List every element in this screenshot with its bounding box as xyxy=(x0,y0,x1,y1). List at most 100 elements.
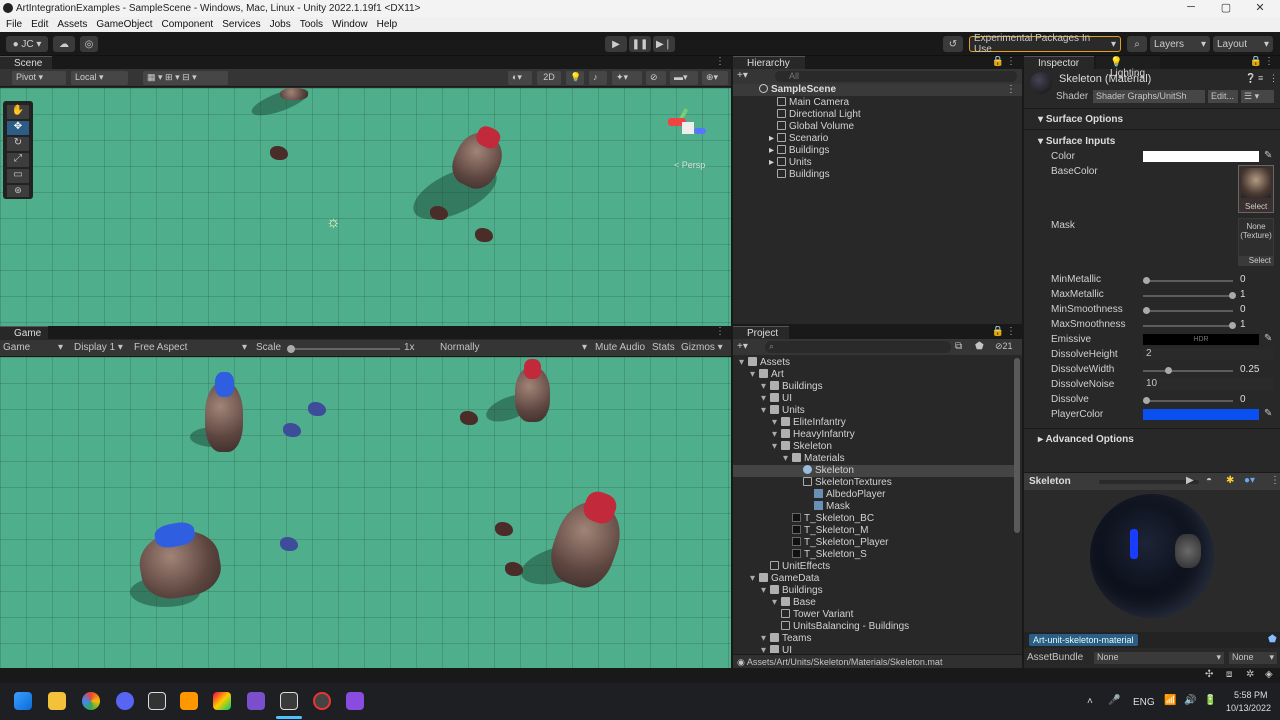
transform-tool-button[interactable]: ⊛ xyxy=(7,185,29,197)
layout-dropdown[interactable]: Layout ▾ xyxy=(1213,36,1273,52)
foldout-arrow-icon[interactable]: ▾ xyxy=(772,441,781,453)
assetbundle-dropdown[interactable]: None ▾ xyxy=(1094,652,1224,664)
tab-scene[interactable]: Scene xyxy=(0,56,52,69)
file-explorer-icon[interactable] xyxy=(48,692,66,710)
help-icon[interactable]: ❔ xyxy=(1245,73,1256,84)
gizmos-toggle[interactable]: Gizmos ▾ xyxy=(681,342,723,353)
hierarchy-item[interactable]: Main Camera xyxy=(777,97,849,109)
bug-icon[interactable]: ✲ xyxy=(1246,669,1254,680)
progress-icon[interactable]: ✣ xyxy=(1205,669,1213,680)
eyedropper-icon[interactable]: ✎ xyxy=(1264,408,1272,419)
foldout-arrow-icon[interactable]: ▾ xyxy=(750,369,759,381)
surface-inputs-foldout[interactable]: ▾ Surface Inputs xyxy=(1038,136,1115,147)
pause-button[interactable]: ❚❚ xyxy=(629,36,651,52)
menu-file[interactable]: File xyxy=(6,19,22,30)
project-item[interactable]: AlbedoPlayer xyxy=(733,489,1015,501)
persp-label[interactable]: < Persp xyxy=(674,160,705,170)
max-smoothness-slider[interactable] xyxy=(1143,322,1236,329)
project-item[interactable]: ▾ Buildings xyxy=(733,381,1015,393)
sublime-icon[interactable] xyxy=(180,692,198,710)
project-item[interactable]: T_Skeleton_M xyxy=(733,525,1015,537)
project-item[interactable]: UnitEffects xyxy=(733,561,1015,573)
menu-jobs[interactable]: Jobs xyxy=(270,19,291,30)
chevron-up-icon[interactable]: ˄ xyxy=(1087,696,1093,707)
lock-icon[interactable]: 🔒 xyxy=(992,326,1004,337)
material-preview[interactable] xyxy=(1024,490,1280,632)
project-item[interactable]: ▾ UI xyxy=(733,393,1015,405)
battery-icon[interactable]: 🔋 xyxy=(1204,695,1216,706)
chrome-icon[interactable] xyxy=(82,692,100,710)
emissive-color-field[interactable]: HDR xyxy=(1143,334,1259,345)
min-smoothness-value[interactable]: 0 xyxy=(1240,304,1280,316)
collab-button[interactable]: ◎ xyxy=(80,36,98,52)
basecolor-texture-slot[interactable]: Select xyxy=(1238,165,1274,213)
camera-dropdown[interactable]: ▬▾ xyxy=(670,71,698,85)
project-item[interactable]: ▾ HeavyInfantry xyxy=(733,429,1015,441)
lighting-toggle[interactable]: 💡 xyxy=(566,71,584,85)
tab-project[interactable]: Project xyxy=(733,326,789,339)
dissolve-width-slider[interactable] xyxy=(1143,367,1233,374)
label-icon[interactable]: ⬟ xyxy=(1268,634,1277,645)
git-client-icon[interactable] xyxy=(213,692,231,710)
project-item[interactable]: Skeleton xyxy=(733,465,1015,477)
rotate-tool-button[interactable]: ↻ xyxy=(7,137,29,151)
edit-shader-button[interactable]: Edit... xyxy=(1208,90,1238,103)
pivot-dropdown[interactable]: Pivot ▾ xyxy=(12,71,66,85)
project-item[interactable]: ▾ Buildings xyxy=(733,585,1015,597)
microphone-icon[interactable]: 🎤 xyxy=(1108,695,1120,706)
foldout-arrow-icon[interactable]: ▾ xyxy=(761,381,770,393)
foldout-arrow-icon[interactable]: ▾ xyxy=(772,429,781,441)
slider-knob[interactable] xyxy=(1229,322,1236,329)
menu-component[interactable]: Component xyxy=(162,19,214,30)
shape-dropdown[interactable]: ●▾ xyxy=(1244,475,1255,486)
foldout-arrow-icon[interactable]: ▾ xyxy=(761,393,770,405)
mute-audio-toggle[interactable]: Mute Audio xyxy=(595,342,645,353)
more-icon[interactable]: ⋮ xyxy=(1270,475,1280,486)
lock-icon[interactable]: 🔒 xyxy=(1250,56,1262,67)
slider-knob[interactable] xyxy=(1164,367,1172,374)
app-icon[interactable] xyxy=(346,692,364,710)
menu-edit[interactable]: Edit xyxy=(31,19,48,30)
player-color-field[interactable] xyxy=(1143,409,1259,420)
minimize-icon[interactable]: ─ xyxy=(1181,1,1201,13)
dissolve-slider[interactable] xyxy=(1143,397,1233,404)
preview-resize-handle[interactable] xyxy=(1099,480,1199,484)
hidden-objects-toggle[interactable]: ⊘ xyxy=(646,71,666,85)
audio-toggle[interactable]: ♪ xyxy=(589,71,607,85)
hierarchy-item[interactable]: ▸ Scenario xyxy=(769,133,828,145)
hand-tool-button[interactable]: ✋ xyxy=(7,105,29,119)
hierarchy-item[interactable]: ▸ Units xyxy=(769,157,812,169)
effects-dropdown[interactable]: ✦▾ xyxy=(612,71,642,85)
debug-mode-icon[interactable]: ◈ xyxy=(1265,669,1273,680)
project-item[interactable]: T_Skeleton_S xyxy=(733,549,1015,561)
hierarchy-search-input[interactable]: All xyxy=(775,71,1017,82)
history-button[interactable]: ↺ xyxy=(943,36,963,52)
clock-time[interactable]: 5:58 PM xyxy=(1234,690,1268,700)
step-button[interactable]: ▶❘ xyxy=(653,36,675,52)
display-dropdown[interactable]: Display 1 ▾ xyxy=(74,342,123,353)
dissolve-width-value[interactable]: 0.25 xyxy=(1240,364,1280,376)
filter-type-icon[interactable]: ⧉ xyxy=(955,341,962,352)
play-icon[interactable]: ▶ xyxy=(1186,475,1194,486)
search-button[interactable]: ⌕ xyxy=(1127,36,1147,52)
light-icon[interactable]: ✱ xyxy=(1226,475,1234,486)
max-metallic-slider[interactable] xyxy=(1143,292,1236,299)
rect-tool-button[interactable]: ▭ xyxy=(7,169,29,183)
project-scrollbar[interactable] xyxy=(1014,358,1020,533)
select-button[interactable]: Select xyxy=(1245,202,1267,211)
snap-controls[interactable]: ▦ ▾ ⊞ ▾ ⊟ ▾ xyxy=(143,71,228,85)
project-item[interactable]: Mask xyxy=(733,501,1015,513)
dissolve-height-field[interactable]: 2 xyxy=(1143,348,1274,360)
menu-gameobject[interactable]: GameObject xyxy=(96,19,152,30)
project-item[interactable]: T_Skeleton_BC xyxy=(733,513,1015,525)
more-icon[interactable]: ⋮ xyxy=(1269,73,1278,84)
min-metallic-slider[interactable] xyxy=(1143,277,1233,284)
project-item[interactable]: Tower Variant xyxy=(733,609,1015,621)
menu-window[interactable]: Window xyxy=(332,19,368,30)
more-icon[interactable]: ⋮ xyxy=(1264,56,1274,67)
menu-help[interactable]: Help xyxy=(377,19,398,30)
project-item[interactable]: ▾ Skeleton xyxy=(733,441,1015,453)
stats-toggle[interactable]: Stats xyxy=(652,342,675,353)
add-icon[interactable]: +▾ xyxy=(737,70,748,81)
min-metallic-value[interactable]: 0 xyxy=(1240,274,1280,286)
